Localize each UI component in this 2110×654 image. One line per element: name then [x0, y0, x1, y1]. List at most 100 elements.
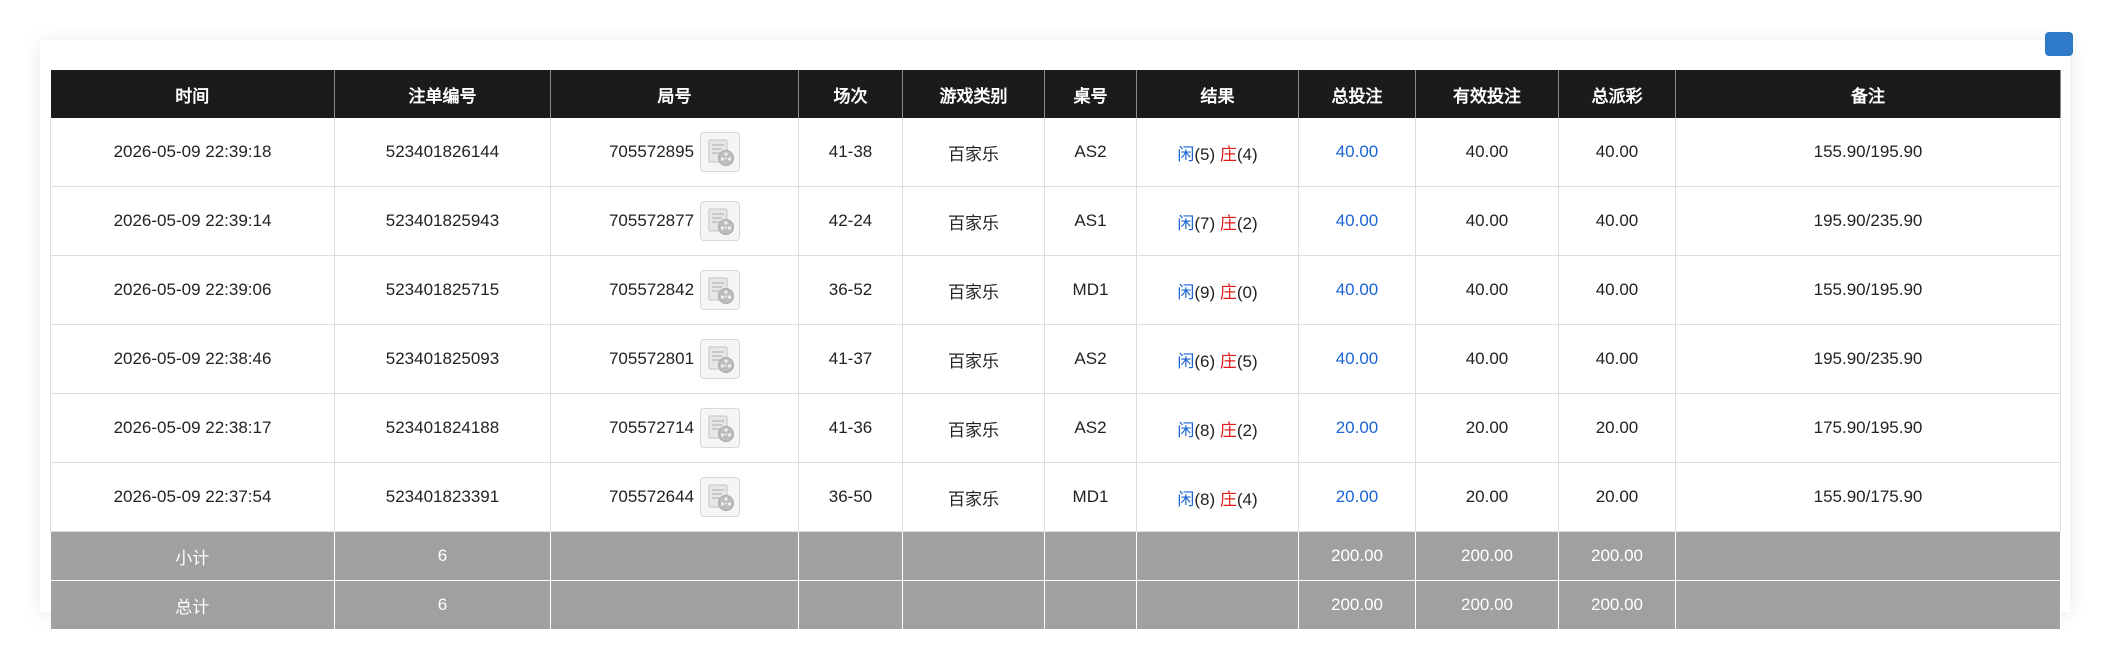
grand-total-count: 6 [334, 580, 551, 630]
header-round-no[interactable]: 局号 [550, 70, 799, 118]
cell-session: 41-38 [798, 118, 903, 187]
result-player-label: 闲 [1177, 420, 1195, 440]
header-remark[interactable]: 备注 [1675, 70, 2061, 118]
cell-session: 42-24 [798, 186, 903, 256]
result-banker-label: 庄 [1219, 282, 1237, 302]
cell-remark: 175.90/195.90 [1675, 393, 2061, 463]
result-banker-label: 庄 [1219, 420, 1237, 440]
header-game-type[interactable]: 游戏类别 [902, 70, 1045, 118]
video-replay-icon[interactable] [700, 201, 741, 241]
round-id-text: 705572644 [608, 487, 695, 506]
cell-table-no: AS1 [1044, 186, 1137, 256]
round-id-wrap: 705572877 [608, 201, 741, 241]
cell-total-payout: 40.00 [1558, 186, 1676, 256]
cell-order-no: 523401825943 [334, 186, 551, 256]
subtotal-row: 小计 6 200.00 200.00 200.00 [50, 531, 2061, 581]
round-id-wrap: 705572895 [608, 132, 741, 172]
subtotal-total-bet: 200.00 [1298, 531, 1416, 581]
round-id-text: 705572842 [608, 280, 695, 299]
cell-table-no: AS2 [1044, 324, 1137, 394]
grand-total-total-bet: 200.00 [1298, 580, 1416, 630]
corner-button[interactable] [2045, 32, 2073, 56]
cell-total-payout: 20.00 [1558, 462, 1676, 532]
round-id-text: 705572877 [608, 211, 695, 230]
result-player-score: (7) [1194, 213, 1216, 233]
cell-remark: 155.90/195.90 [1675, 255, 2061, 325]
header-order-no[interactable]: 注单编号 [334, 70, 551, 118]
cell-remark: 195.90/235.90 [1675, 186, 2061, 256]
header-session[interactable]: 场次 [798, 70, 903, 118]
video-replay-icon[interactable] [700, 132, 741, 172]
cell-order-no: 523401825715 [334, 255, 551, 325]
empty-cell [798, 580, 903, 630]
grand-total-label: 总计 [50, 580, 335, 630]
result-player-label: 闲 [1177, 489, 1195, 509]
result-banker-label: 庄 [1219, 351, 1237, 371]
header-result[interactable]: 结果 [1136, 70, 1299, 118]
cell-valid-bet: 40.00 [1415, 255, 1559, 325]
header-total-bet[interactable]: 总投注 [1298, 70, 1416, 118]
result-player-label: 闲 [1177, 351, 1195, 371]
empty-cell [1136, 580, 1299, 630]
empty-cell [1675, 531, 2061, 581]
cell-total-payout: 40.00 [1558, 324, 1676, 394]
header-total-payout[interactable]: 总派彩 [1558, 70, 1676, 118]
cell-result: 闲(9) 庄(0) [1136, 255, 1299, 325]
cell-session: 41-37 [798, 324, 903, 394]
cell-round-no: 705572877 [550, 186, 799, 256]
cell-time: 2026-05-09 22:39:14 [50, 186, 335, 256]
cell-valid-bet: 40.00 [1415, 324, 1559, 394]
cell-game-type: 百家乐 [902, 462, 1045, 532]
cell-total-bet: 40.00 [1298, 255, 1416, 325]
result-banker-score: (0) [1236, 282, 1258, 302]
cell-total-payout: 20.00 [1558, 393, 1676, 463]
header-time[interactable]: 时间 [50, 70, 335, 118]
cell-round-no: 705572895 [550, 118, 799, 187]
grand-total-row: 总计 6 200.00 200.00 200.00 [50, 580, 2061, 630]
header-valid-bet[interactable]: 有效投注 [1415, 70, 1559, 118]
cell-result: 闲(7) 庄(2) [1136, 186, 1299, 256]
table-row: 2026-05-09 22:38:46 523401825093 7055728… [50, 324, 2061, 394]
cell-game-type: 百家乐 [902, 324, 1045, 394]
video-replay-icon[interactable] [700, 477, 741, 517]
video-replay-icon[interactable] [700, 339, 741, 379]
empty-cell [550, 580, 799, 630]
result-banker-label: 庄 [1219, 213, 1237, 233]
empty-cell [1044, 531, 1137, 581]
cell-game-type: 百家乐 [902, 255, 1045, 325]
bet-record-panel: 时间 注单编号 局号 场次 游戏类别 桌号 结果 总投注 有效投注 总派彩 备注… [40, 32, 2073, 630]
cell-order-no: 523401824188 [334, 393, 551, 463]
cell-session: 36-52 [798, 255, 903, 325]
cell-table-no: AS2 [1044, 393, 1137, 463]
round-id-wrap: 705572714 [609, 408, 741, 448]
empty-cell [902, 580, 1045, 630]
table-header-row: 时间 注单编号 局号 场次 游戏类别 桌号 结果 总投注 有效投注 总派彩 备注 [50, 70, 2061, 118]
cell-time: 2026-05-09 22:39:18 [50, 118, 335, 187]
video-replay-icon[interactable] [700, 408, 741, 448]
cell-session: 36-50 [798, 462, 903, 532]
round-id-wrap: 705572842 [608, 270, 741, 310]
cell-order-no: 523401825093 [334, 324, 551, 394]
table-row: 2026-05-09 22:39:18 523401826144 7055728… [50, 118, 2061, 187]
result-player-label: 闲 [1177, 144, 1195, 164]
empty-cell [1044, 580, 1137, 630]
cell-game-type: 百家乐 [902, 186, 1045, 256]
round-id-text: 705572895 [608, 142, 695, 161]
cell-table-no: MD1 [1044, 462, 1137, 532]
cell-total-payout: 40.00 [1558, 255, 1676, 325]
subtotal-payout: 200.00 [1558, 531, 1676, 581]
cell-result: 闲(6) 庄(5) [1136, 324, 1299, 394]
cell-valid-bet: 40.00 [1415, 118, 1559, 187]
empty-cell [550, 531, 799, 581]
round-id-text: 705572801 [608, 349, 695, 368]
video-replay-icon[interactable] [700, 270, 741, 310]
cell-total-payout: 40.00 [1558, 118, 1676, 187]
header-table-no[interactable]: 桌号 [1044, 70, 1137, 118]
result-player-label: 闲 [1177, 213, 1195, 233]
empty-cell [798, 531, 903, 581]
subtotal-valid-bet: 200.00 [1415, 531, 1559, 581]
result-banker-label: 庄 [1219, 144, 1237, 164]
result-player-score: (5) [1194, 144, 1216, 164]
round-id-wrap: 705572644 [608, 477, 741, 517]
result-player-score: (8) [1194, 489, 1216, 509]
